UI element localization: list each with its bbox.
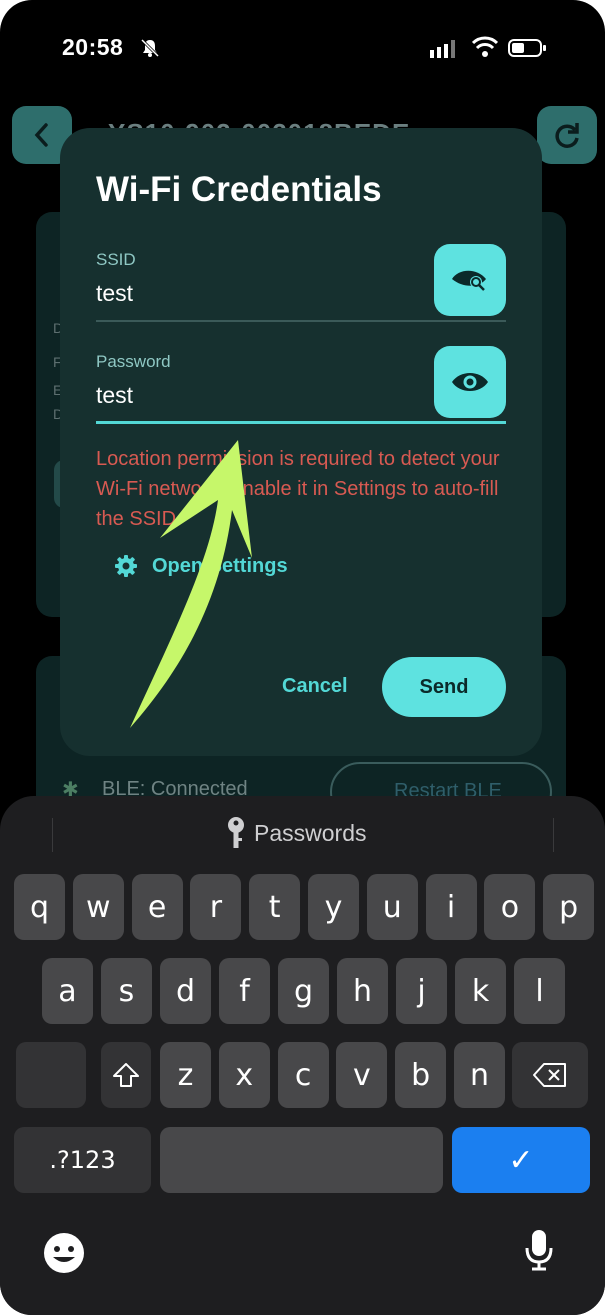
eye-icon	[452, 373, 488, 391]
wifi-credentials-dialog: Wi-Fi Credentials SSID test Password tes…	[60, 128, 542, 756]
cancel-button[interactable]: Cancel	[282, 675, 348, 698]
key-s[interactable]: s	[101, 958, 152, 1024]
enter-key[interactable]: ✓	[452, 1127, 590, 1193]
space-key[interactable]	[160, 1127, 443, 1193]
key-v[interactable]: v	[336, 1042, 388, 1108]
passwords-label: Passwords	[254, 819, 367, 846]
key-j[interactable]: j	[396, 958, 447, 1024]
password-input[interactable]: test	[96, 382, 133, 409]
location-error-message: Location permission is required to detec…	[96, 448, 500, 530]
key-n[interactable]: n	[454, 1042, 505, 1108]
open-settings-button[interactable]: Open Settings	[114, 554, 288, 578]
key-a[interactable]: a	[42, 958, 93, 1024]
gear-icon	[115, 555, 137, 577]
key-k[interactable]: k	[455, 958, 506, 1024]
key-i[interactable]: i	[425, 874, 477, 940]
ssid-visibility-button[interactable]	[434, 244, 506, 316]
key-t[interactable]: t	[249, 874, 301, 940]
refresh-button[interactable]	[537, 106, 597, 164]
key-y[interactable]: y	[308, 874, 359, 940]
shift-icon	[113, 1063, 139, 1087]
key-h[interactable]: h	[337, 958, 388, 1024]
backspace-key[interactable]	[512, 1042, 588, 1108]
key-z[interactable]: z	[160, 1042, 211, 1108]
passwords-suggestion[interactable]: Passwords	[226, 816, 366, 850]
ssid-label: SSID	[96, 250, 136, 269]
key-b[interactable]: b	[395, 1042, 447, 1108]
key-icon	[228, 817, 244, 848]
symbols-key[interactable]: .?123	[14, 1127, 151, 1193]
signal-icon	[430, 40, 455, 58]
password-visibility-button[interactable]	[434, 346, 506, 418]
password-label: Password	[96, 352, 171, 371]
wifi-icon	[472, 36, 498, 57]
refresh-icon	[555, 123, 579, 148]
shift-key[interactable]	[101, 1042, 151, 1108]
key-f[interactable]: f	[219, 958, 270, 1024]
key-r[interactable]: r	[190, 874, 242, 940]
ssid-input[interactable]: test	[96, 280, 133, 307]
dialog-title: Wi-Fi Credentials	[96, 170, 382, 209]
eye-search-icon	[452, 270, 486, 291]
key-d[interactable]: d	[160, 958, 211, 1024]
key-p[interactable]: p	[543, 874, 595, 940]
bell-muted-icon	[140, 38, 160, 58]
key-w[interactable]: w	[72, 874, 124, 940]
key-c[interactable]: c	[277, 1042, 329, 1108]
open-settings-label: Open Settings	[152, 554, 288, 577]
send-button[interactable]: Send	[382, 657, 506, 717]
ssid-underline	[96, 320, 506, 322]
microphone-icon[interactable]	[524, 1228, 554, 1272]
password-underline	[96, 421, 506, 424]
keyboard: Passwords qwertyuiop asdfghjkl zxcvbnm .…	[0, 796, 605, 1315]
phone-screen: 20:58 YS10-902-002018BEDE D F E D ✱ BLE:…	[0, 0, 605, 1315]
key-q[interactable]: q	[14, 874, 65, 940]
battery-icon	[508, 39, 546, 57]
key-e[interactable]: e	[131, 874, 183, 940]
key-o[interactable]: o	[484, 874, 536, 940]
key-u[interactable]: u	[366, 874, 418, 940]
backspace-icon	[533, 1063, 566, 1087]
shift-key-area[interactable]	[16, 1042, 86, 1108]
key-l[interactable]: l	[514, 958, 565, 1024]
emoji-icon[interactable]	[42, 1231, 86, 1275]
key-x[interactable]: x	[218, 1042, 270, 1108]
status-time: 20:58	[62, 34, 124, 60]
key-g[interactable]: g	[278, 958, 329, 1024]
